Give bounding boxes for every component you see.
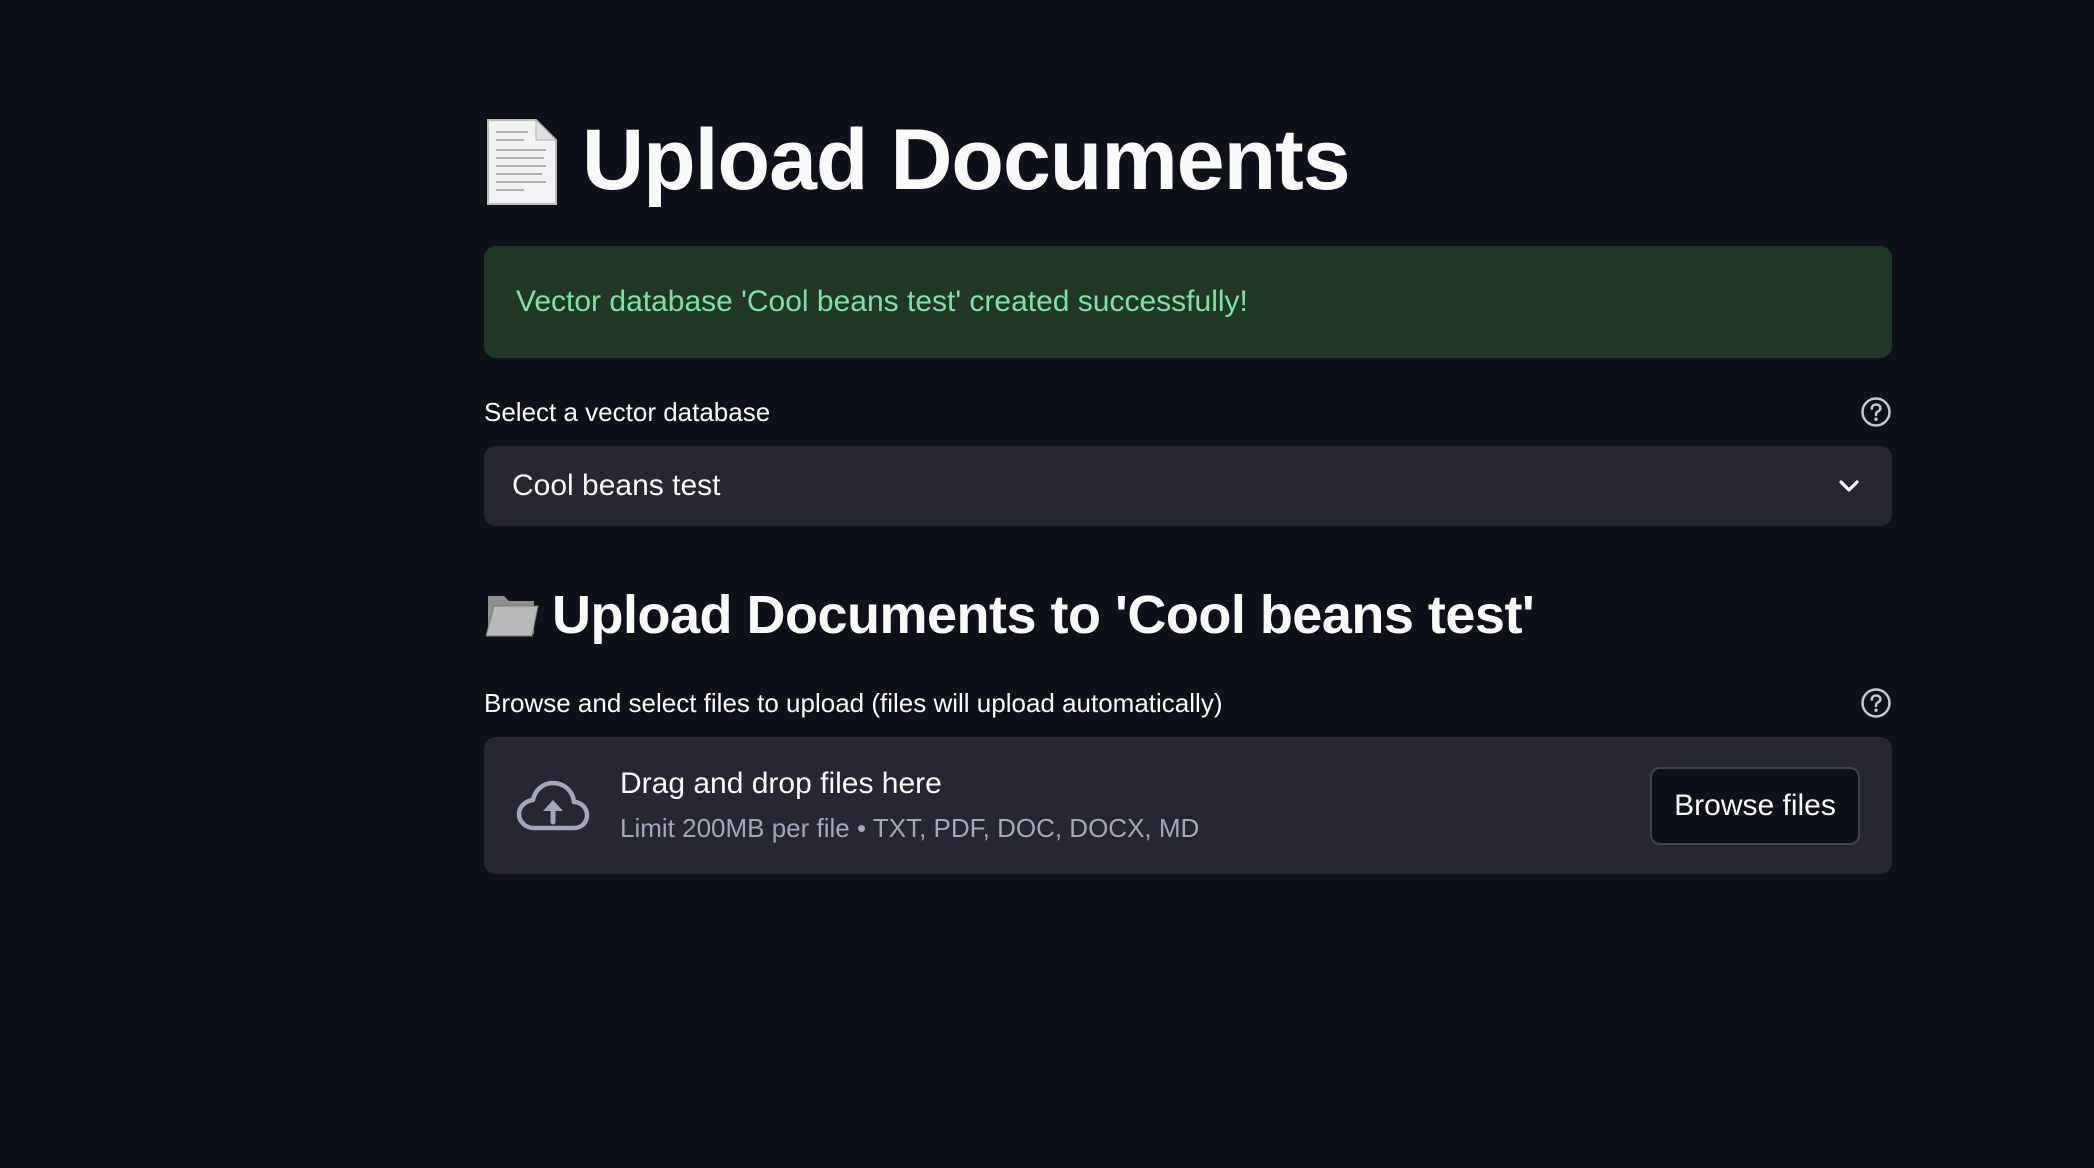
question-circle-icon[interactable] [1860, 396, 1892, 428]
db-select-label: Select a vector database [484, 396, 771, 427]
folder-icon [485, 596, 539, 637]
success-alert: Vector database 'Cool beans test' create… [484, 246, 1892, 358]
vector-db-select-value: Cool beans test [512, 469, 721, 502]
vector-db-select[interactable]: Cool beans test [484, 446, 1892, 526]
page-title: Upload Documents [484, 110, 1351, 210]
db-select-label-row: Select a vector database [484, 392, 1892, 432]
file-dropzone[interactable]: Drag and drop files here Limit 200MB per… [484, 737, 1892, 874]
upload-section-title: Upload Documents to 'Cool beans test' [484, 580, 1535, 650]
page-facing-up-icon [487, 118, 558, 205]
upload-label-row: Browse and select files to upload (files… [484, 683, 1892, 723]
browse-files-button[interactable]: Browse files [1650, 766, 1860, 845]
dropzone-limit-text: Limit 200MB per file • TXT, PDF, DOC, DO… [620, 813, 1200, 843]
upload-label: Browse and select files to upload (files… [484, 687, 1223, 718]
upload-section-title-text: Upload Documents to 'Cool beans test' [552, 585, 1535, 645]
dropzone-instructions: Drag and drop files here Limit 200MB per… [620, 767, 1650, 844]
page-title-text: Upload Documents [582, 112, 1351, 208]
dropzone-title: Drag and drop files here [620, 767, 942, 800]
cloud-upload-icon [516, 780, 590, 830]
question-circle-icon[interactable] [1860, 687, 1892, 719]
success-alert-message: Vector database 'Cool beans test' create… [516, 285, 1248, 318]
chevron-down-icon [1839, 480, 1859, 492]
